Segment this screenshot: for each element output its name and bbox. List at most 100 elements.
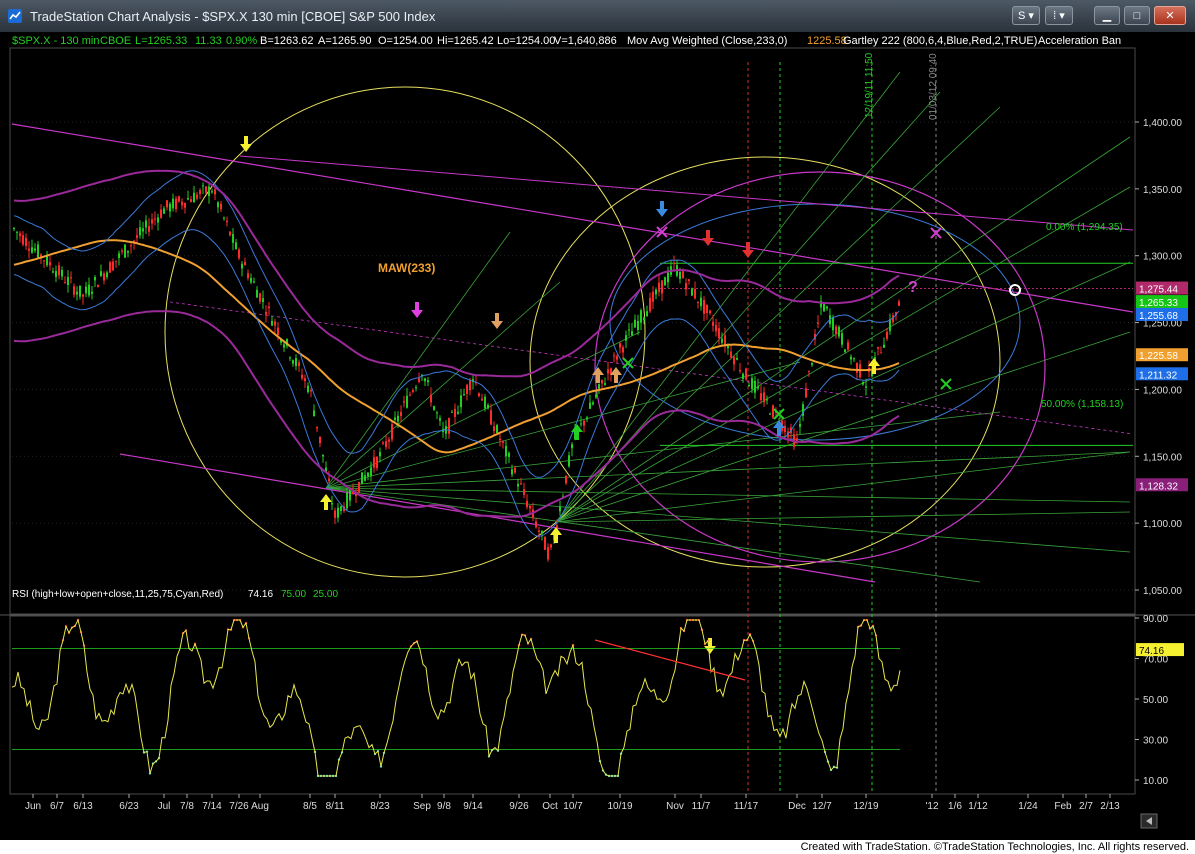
header-accel: Acceleration Ban (1038, 35, 1121, 47)
close-button[interactable]: ✕ (1154, 6, 1186, 25)
candle-body (391, 424, 393, 440)
study-menu-button[interactable]: ⁞ ▾ (1045, 6, 1073, 25)
candle-body (679, 272, 681, 280)
date-axis-label: Dec (788, 801, 806, 812)
candle-body (109, 262, 111, 273)
candle-body (550, 544, 552, 548)
candle-body (376, 457, 378, 469)
maximize-button[interactable]: □ (1124, 6, 1150, 25)
candle-body (19, 233, 21, 237)
candle-body (256, 289, 258, 298)
candle-body (835, 326, 837, 334)
maw-233-line (13, 239, 900, 454)
price-tag-label: 1,225.58 (1139, 351, 1178, 362)
candle-body (307, 385, 309, 392)
date-axis-label: 8/5 (303, 801, 317, 812)
header-mov-avg-value: 1225.58 (807, 35, 847, 47)
chart-canvas[interactable]: $SPX.X - 130 min CBOE L=1265.33 11.33 0.… (0, 32, 1195, 840)
candle-body (454, 408, 456, 417)
candle-body (130, 245, 132, 247)
date-axis-label: 7/8 (180, 801, 194, 812)
rsi-axis-label: 90.00 (1143, 614, 1168, 625)
chart-header: $SPX.X - 130 min CBOE L=1265.33 11.33 0.… (12, 35, 1121, 47)
candle-body (160, 209, 162, 218)
copyright-text: Created with TradeStation. ©TradeStation… (800, 841, 1189, 853)
candle-body (31, 247, 33, 253)
candle-body (652, 291, 654, 302)
date-axis-label: 2/7 (1079, 801, 1093, 812)
candle-body (748, 384, 750, 387)
candle-body (337, 507, 339, 518)
candle-body (322, 454, 324, 457)
candle-body (547, 547, 549, 560)
down-arrow-icon (411, 302, 423, 318)
date-axis-label: 12/7 (812, 801, 832, 812)
candle-body (88, 284, 90, 296)
gann-fan-line (555, 261, 1131, 523)
candle-body (760, 393, 762, 401)
chart-area[interactable]: $SPX.X - 130 min CBOE L=1265.33 11.33 0.… (0, 32, 1195, 840)
candle-body (664, 277, 666, 286)
candle-body (298, 362, 300, 366)
rsi-plot (11, 618, 901, 778)
candle-body (655, 289, 657, 295)
candle-body (661, 280, 663, 294)
candle-body (214, 189, 216, 195)
date-axis-label: 1/6 (948, 801, 962, 812)
header-bid: B=1263.62 (260, 35, 314, 47)
candle-body (223, 217, 225, 219)
candle-body (67, 277, 69, 285)
candle-body (304, 378, 306, 382)
candle-body (424, 378, 426, 382)
rsi-value: 74.16 (248, 589, 273, 600)
symbol-link-button[interactable]: S ▾ (1012, 6, 1040, 25)
candle-body (211, 191, 213, 193)
date-axis-label: 1/24 (1018, 801, 1038, 812)
bollinger-upper (13, 170, 900, 478)
gann-fan-line (325, 487, 1131, 553)
candle-body (61, 270, 63, 277)
candle-body (451, 411, 453, 413)
candle-body (769, 413, 771, 415)
rsi-axis-label: 10.00 (1143, 776, 1168, 787)
candle-body (538, 530, 540, 532)
candle-body (397, 415, 399, 422)
yellow-ellipse-right (529, 156, 1001, 568)
candle-body (463, 394, 465, 396)
price-tag-label: 1,211.32 (1139, 370, 1178, 381)
date-axis-label: 10/7 (563, 801, 583, 812)
candle-body (199, 190, 201, 194)
rsi-axis-label: 30.00 (1143, 736, 1168, 747)
header-high: Hi=1265.42 (437, 35, 494, 47)
candle-body (97, 285, 99, 288)
rsi-overbought: 75.00 (281, 589, 306, 600)
candle-body (844, 349, 846, 353)
candle-body (883, 344, 885, 348)
rsi-line (11, 618, 901, 777)
candle-body (409, 394, 411, 396)
date-axis-label: 10/19 (607, 801, 632, 812)
candle-body (448, 418, 450, 434)
gann-fan-line (325, 487, 1131, 503)
candle-body (124, 244, 126, 258)
channel-line (239, 155, 1134, 231)
candle-body (625, 335, 627, 341)
candle-body (439, 418, 441, 421)
candle-body (541, 530, 543, 534)
price-axis-label: 1,400.00 (1143, 118, 1182, 129)
candle-body (265, 311, 267, 315)
candle-body (283, 344, 285, 348)
candle-body (757, 386, 759, 389)
price-panel-frame (9, 47, 1136, 615)
gann-fan-line (555, 106, 1001, 523)
candle-body (853, 358, 855, 360)
candle-body (244, 261, 246, 266)
candle-body (22, 235, 24, 245)
candle-body (571, 444, 573, 449)
date-axis-label: 11/7 (692, 801, 711, 812)
minimize-button[interactable]: ▁ (1094, 6, 1120, 25)
candle-body (361, 472, 363, 484)
candle-body (634, 319, 636, 328)
candle-body (220, 203, 222, 210)
price-plot (11, 62, 1134, 794)
